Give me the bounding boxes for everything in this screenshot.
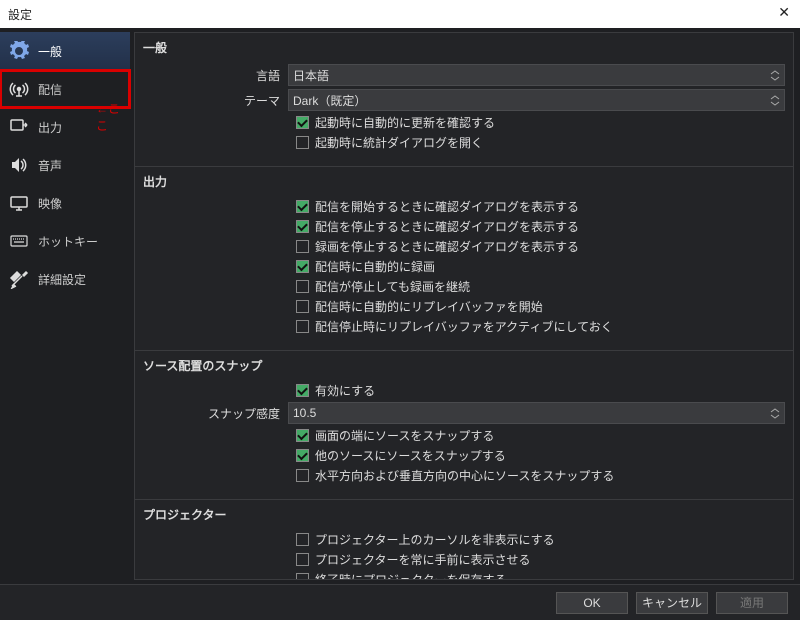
- content[interactable]: 一般 言語 日本語 テーマ Dark（既定） 起動時に自動的に更新を確認する 起…: [134, 32, 794, 580]
- window-title: 設定: [8, 6, 32, 23]
- content-wrap: 一般 言語 日本語 テーマ Dark（既定） 起動時に自動的に更新を確認する 起…: [130, 28, 800, 584]
- sidebar-item-audio[interactable]: 音声: [0, 146, 130, 184]
- main: 一般 配信 ←ここ 出力 音声 映像 ホットキー: [0, 28, 800, 584]
- stream-icon: [8, 78, 30, 100]
- checkbox-icon: [296, 449, 309, 462]
- checkbox-icon: [296, 280, 309, 293]
- checkbox-icon: [296, 384, 309, 397]
- snap-sensitivity-input[interactable]: 10.5: [288, 402, 785, 424]
- cancel-button[interactable]: キャンセル: [636, 592, 708, 614]
- snap-sensitivity-label: スナップ感度: [143, 405, 288, 422]
- check-auto-update[interactable]: 起動時に自動的に更新を確認する: [296, 114, 785, 131]
- sidebar: 一般 配信 ←ここ 出力 音声 映像 ホットキー: [0, 28, 130, 584]
- checkbox-icon: [296, 220, 309, 233]
- check-snap-2[interactable]: 水平方向および垂直方向の中心にソースをスナップする: [296, 467, 785, 484]
- ok-button[interactable]: OK: [556, 592, 628, 614]
- advanced-icon: [8, 268, 30, 290]
- checkbox-icon: [296, 116, 309, 129]
- sidebar-item-label: 映像: [38, 195, 62, 212]
- output-icon: [8, 116, 30, 138]
- group-projector: プロジェクター プロジェクター上のカーソルを非表示にする プロジェクターを常に手…: [135, 500, 793, 580]
- close-icon[interactable]: ✕: [778, 4, 790, 21]
- check-output-5[interactable]: 配信時に自動的にリプレイバッファを開始: [296, 298, 785, 315]
- checkbox-icon: [296, 553, 309, 566]
- spinner-icon[interactable]: [770, 403, 782, 423]
- checkbox-icon: [296, 573, 309, 580]
- theme-select[interactable]: Dark（既定）: [288, 89, 785, 111]
- sidebar-item-label: ホットキー: [38, 233, 98, 250]
- app: 一般 配信 ←ここ 出力 音声 映像 ホットキー: [0, 28, 800, 620]
- sidebar-item-video[interactable]: 映像: [0, 184, 130, 222]
- check-snap-enable[interactable]: 有効にする: [296, 382, 785, 399]
- group-title: プロジェクター: [143, 506, 785, 523]
- checkbox-icon: [296, 429, 309, 442]
- checkbox-icon: [296, 200, 309, 213]
- group-title: 出力: [143, 173, 785, 190]
- group-output: 出力 配信を開始するときに確認ダイアログを表示する 配信を停止するときに確認ダイ…: [135, 167, 793, 351]
- check-snap-0[interactable]: 画面の端にソースをスナップする: [296, 427, 785, 444]
- group-title: ソース配置のスナップ: [143, 357, 785, 374]
- group-snap: ソース配置のスナップ 有効にする スナップ感度 10.5 画面の端にソースをスナ…: [135, 351, 793, 500]
- apply-button[interactable]: 適用: [716, 592, 788, 614]
- language-select[interactable]: 日本語: [288, 64, 785, 86]
- annotation-arrow: ←ここ: [96, 100, 130, 134]
- check-output-4[interactable]: 配信が停止しても録画を継続: [296, 278, 785, 295]
- checkbox-icon: [296, 240, 309, 253]
- checkbox-icon: [296, 260, 309, 273]
- titlebar: 設定 ✕: [0, 0, 800, 28]
- sidebar-item-hotkeys[interactable]: ホットキー: [0, 222, 130, 260]
- theme-label: テーマ: [143, 92, 288, 109]
- checkbox-icon: [296, 469, 309, 482]
- footer: OK キャンセル 適用: [0, 584, 800, 620]
- checkbox-icon: [296, 300, 309, 313]
- sidebar-item-advanced[interactable]: 詳細設定: [0, 260, 130, 298]
- checkbox-icon: [296, 320, 309, 333]
- check-output-2[interactable]: 録画を停止するときに確認ダイアログを表示する: [296, 238, 785, 255]
- sidebar-item-label: 一般: [38, 43, 62, 60]
- chevron-updown-icon: [770, 90, 782, 110]
- checkbox-icon: [296, 533, 309, 546]
- sidebar-item-label: 詳細設定: [38, 271, 86, 288]
- group-general: 一般 言語 日本語 テーマ Dark（既定） 起動時に自動的に更新を確認する 起…: [135, 33, 793, 167]
- sidebar-item-label: 出力: [38, 119, 62, 136]
- sidebar-item-general[interactable]: 一般: [0, 32, 130, 70]
- checkbox-icon: [296, 136, 309, 149]
- check-snap-1[interactable]: 他のソースにソースをスナップする: [296, 447, 785, 464]
- check-output-0[interactable]: 配信を開始するときに確認ダイアログを表示する: [296, 198, 785, 215]
- language-label: 言語: [143, 67, 288, 84]
- sidebar-item-label: 音声: [38, 157, 62, 174]
- check-proj-0[interactable]: プロジェクター上のカーソルを非表示にする: [296, 531, 785, 548]
- video-icon: [8, 192, 30, 214]
- check-proj-2[interactable]: 終了時にプロジェクターを保存する: [296, 571, 785, 580]
- check-stats-dialog[interactable]: 起動時に統計ダイアログを開く: [296, 134, 785, 151]
- hotkey-icon: [8, 230, 30, 252]
- chevron-updown-icon: [770, 65, 782, 85]
- audio-icon: [8, 154, 30, 176]
- check-output-1[interactable]: 配信を停止するときに確認ダイアログを表示する: [296, 218, 785, 235]
- check-output-6[interactable]: 配信停止時にリプレイバッファをアクティブにしておく: [296, 318, 785, 335]
- group-title: 一般: [143, 39, 785, 56]
- gear-icon: [8, 40, 30, 62]
- check-proj-1[interactable]: プロジェクターを常に手前に表示させる: [296, 551, 785, 568]
- check-output-3[interactable]: 配信時に自動的に録画: [296, 258, 785, 275]
- sidebar-item-label: 配信: [38, 81, 62, 98]
